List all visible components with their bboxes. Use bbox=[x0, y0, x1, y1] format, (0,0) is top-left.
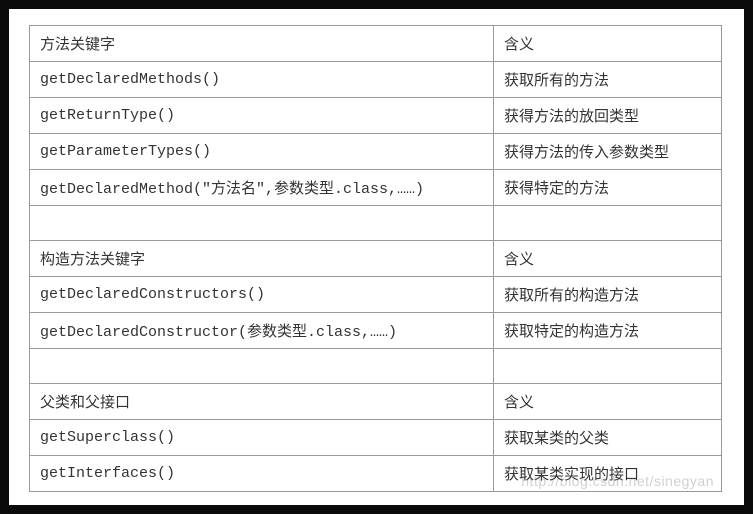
method-keyword-cell: getReturnType() bbox=[30, 98, 494, 134]
table-row: getDeclaredConstructors() 获取所有的构造方法 bbox=[30, 277, 722, 313]
constructor-keyword-cell: getDeclaredConstructor(参数类型.class,……) bbox=[30, 313, 494, 349]
document-panel: 方法关键字 含义 getDeclaredMethods() 获取所有的方法 ge… bbox=[9, 9, 744, 505]
table-row: getDeclaredMethod("方法名",参数类型.class,……) 获… bbox=[30, 170, 722, 206]
table-row: getInterfaces() 获取某类实现的接口 bbox=[30, 456, 722, 492]
reflection-api-table: 方法关键字 含义 getDeclaredMethods() 获取所有的方法 ge… bbox=[29, 25, 722, 492]
section3-header-left: 父类和父接口 bbox=[30, 384, 494, 420]
table-row: getParameterTypes() 获得方法的传入参数类型 bbox=[30, 134, 722, 170]
constructor-keyword-cell: getDeclaredConstructors() bbox=[30, 277, 494, 313]
section2-header-left: 构造方法关键字 bbox=[30, 241, 494, 277]
meaning-cell: 获得特定的方法 bbox=[494, 170, 722, 206]
meaning-cell: 获取某类的父类 bbox=[494, 420, 722, 456]
table-row: getSuperclass() 获取某类的父类 bbox=[30, 420, 722, 456]
section1-header-right: 含义 bbox=[494, 26, 722, 62]
table-row-empty bbox=[30, 349, 722, 384]
method-keyword-cell: getParameterTypes() bbox=[30, 134, 494, 170]
table-row: 方法关键字 含义 bbox=[30, 26, 722, 62]
meaning-cell: 获得方法的放回类型 bbox=[494, 98, 722, 134]
empty-cell bbox=[494, 206, 722, 241]
parent-keyword-cell: getSuperclass() bbox=[30, 420, 494, 456]
table-row: getDeclaredMethods() 获取所有的方法 bbox=[30, 62, 722, 98]
meaning-cell: 获取特定的构造方法 bbox=[494, 313, 722, 349]
meaning-cell: 获取所有的构造方法 bbox=[494, 277, 722, 313]
empty-cell bbox=[494, 349, 722, 384]
table-row: 父类和父接口 含义 bbox=[30, 384, 722, 420]
meaning-cell: 获取所有的方法 bbox=[494, 62, 722, 98]
meaning-cell: 获取某类实现的接口 bbox=[494, 456, 722, 492]
table-row: getReturnType() 获得方法的放回类型 bbox=[30, 98, 722, 134]
section3-header-right: 含义 bbox=[494, 384, 722, 420]
outer-frame: 方法关键字 含义 getDeclaredMethods() 获取所有的方法 ge… bbox=[0, 0, 753, 514]
method-keyword-cell: getDeclaredMethod("方法名",参数类型.class,……) bbox=[30, 170, 494, 206]
parent-keyword-cell: getInterfaces() bbox=[30, 456, 494, 492]
table-row: 构造方法关键字 含义 bbox=[30, 241, 722, 277]
table-row: getDeclaredConstructor(参数类型.class,……) 获取… bbox=[30, 313, 722, 349]
method-keyword-cell: getDeclaredMethods() bbox=[30, 62, 494, 98]
empty-cell bbox=[30, 349, 494, 384]
empty-cell bbox=[30, 206, 494, 241]
section1-header-left: 方法关键字 bbox=[30, 26, 494, 62]
meaning-cell: 获得方法的传入参数类型 bbox=[494, 134, 722, 170]
section2-header-right: 含义 bbox=[494, 241, 722, 277]
table-row-empty bbox=[30, 206, 722, 241]
